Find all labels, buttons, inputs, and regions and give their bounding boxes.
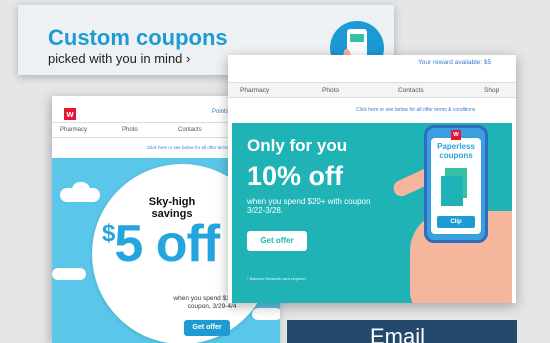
right-email-preview: Your reward available: $5 Pharmacy Photo… bbox=[228, 55, 516, 303]
phone-screen: w Paperless coupons Clip bbox=[431, 130, 481, 234]
walgreens-logo-icon: w bbox=[64, 108, 76, 120]
right-hero: Only for you 10% off when you spend $20+… bbox=[232, 123, 512, 303]
fine-print: * Balance Rewards card required bbox=[247, 276, 306, 281]
left-get-offer-button[interactable]: Get offer bbox=[184, 320, 230, 336]
reward-available-text[interactable]: Your reward available: $5 bbox=[418, 59, 491, 66]
paperless-coupons-label: Paperless coupons bbox=[437, 142, 475, 160]
nav-contacts[interactable]: Contacts bbox=[178, 127, 202, 133]
only-for-you-heading: Only for you bbox=[247, 136, 348, 155]
offer-terms-link[interactable]: Click here or see below for all offer te… bbox=[356, 107, 475, 113]
bottom-card-text: Email bbox=[370, 324, 426, 343]
cloud-icon bbox=[52, 268, 86, 280]
ten-percent-off: 10% off bbox=[247, 161, 344, 191]
phone-illustration: w Paperless coupons Clip bbox=[424, 125, 488, 243]
banner-title: Custom coupons bbox=[48, 25, 228, 50]
five-off-amount: $5 off bbox=[102, 215, 220, 273]
right-get-offer-button[interactable]: Get offer bbox=[247, 231, 307, 251]
right-nav-bar: Pharmacy Photo Contacts Shop bbox=[228, 82, 516, 98]
nav-contacts[interactable]: Contacts bbox=[398, 87, 424, 94]
nav-photo[interactable]: Photo bbox=[322, 87, 339, 94]
offer-terms-link[interactable]: Click here or see below for all offer te… bbox=[147, 145, 229, 150]
clip-button[interactable]: Clip bbox=[437, 216, 475, 228]
nav-pharmacy[interactable]: Pharmacy bbox=[240, 87, 269, 94]
nav-pharmacy[interactable]: Pharmacy bbox=[60, 127, 87, 133]
points-link[interactable]: Points bbox=[212, 109, 229, 115]
cloud-icon bbox=[72, 182, 90, 198]
nav-photo[interactable]: Photo bbox=[122, 127, 138, 133]
banner-subtitle-link[interactable]: picked with you in mind › bbox=[48, 51, 190, 66]
coupon-box-icon bbox=[441, 176, 463, 206]
walgreens-logo-icon: w bbox=[451, 130, 461, 140]
nav-shop[interactable]: Shop bbox=[484, 87, 499, 94]
right-offer-condition: when you spend $20+ with coupon 3/22-3/2… bbox=[247, 197, 371, 215]
